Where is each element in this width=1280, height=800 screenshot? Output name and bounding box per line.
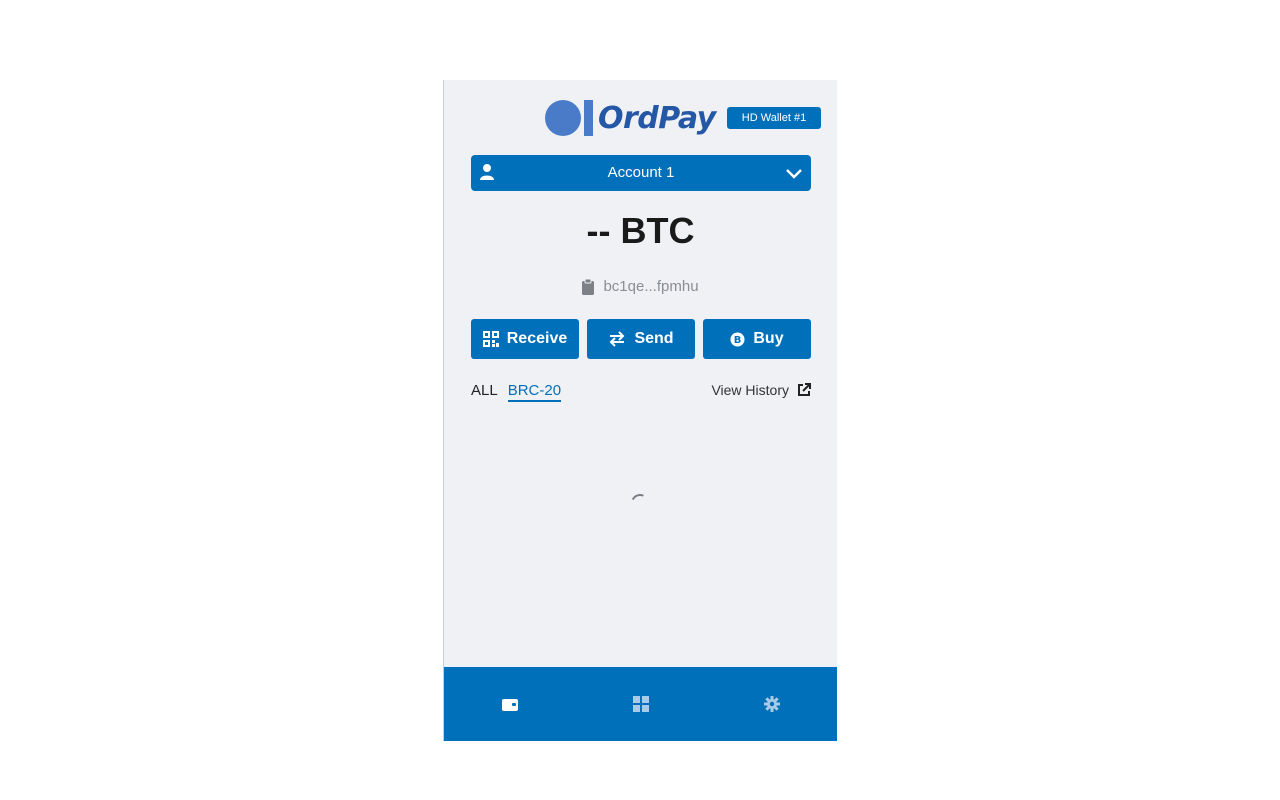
nav-settings[interactable] [706,667,837,741]
logo-text: OrdPay [598,100,716,136]
account-name: Account 1 [607,164,675,181]
send-label: Send [634,330,674,347]
svg-text:B: B [734,335,742,346]
wallet-popup: OrdPay HD Wallet #1 Account 1 -- BTC bc1… [443,80,837,741]
header: OrdPay HD Wallet #1 [444,98,837,138]
send-button[interactable]: Send [587,319,695,359]
tab-brc20[interactable]: BRC-20 [507,382,562,402]
buy-button[interactable]: B Buy [703,319,811,359]
buy-label: Buy [753,330,784,347]
qr-code-icon [482,331,499,347]
receive-button[interactable]: Receive [471,319,579,359]
bottom-nav [444,667,837,741]
address-copy[interactable]: bc1qe...fpmhu [444,278,837,295]
chevron-down-icon [786,169,802,179]
wallet-badge[interactable]: HD Wallet #1 [727,107,821,129]
nav-apps[interactable] [575,667,706,741]
ordpay-logo: OrdPay [545,98,716,138]
wallet-icon [501,699,518,711]
logo-bar [584,100,593,136]
asset-tabs: ALL BRC-20 [471,382,562,402]
apps-icon [632,696,649,712]
external-link-icon [798,383,811,396]
tab-all[interactable]: ALL [471,382,498,402]
view-history-label: View History [711,382,789,398]
nav-wallet[interactable] [444,667,575,741]
settings-icon [763,696,780,712]
bitcoin-icon: B [730,332,745,346]
swap-arrows-icon [610,331,625,347]
clipboard-icon [582,278,595,295]
logo-circle [545,100,581,136]
receive-label: Receive [506,330,568,347]
loading-spinner [628,491,652,515]
view-history-link[interactable]: View History [711,382,811,398]
address-text: bc1qe...fpmhu [603,278,699,295]
action-buttons: Receive Send B Buy [471,319,811,359]
balance: -- BTC [586,210,695,251]
account-selector[interactable]: Account 1 [471,155,811,191]
